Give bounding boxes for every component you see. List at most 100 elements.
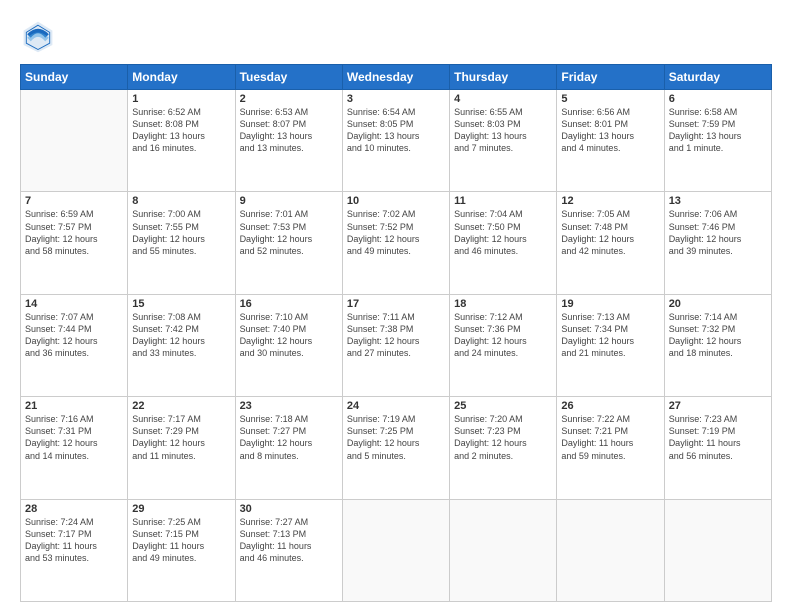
day-number: 27: [669, 400, 767, 412]
col-sunday: Sunday: [21, 65, 128, 90]
table-row: 19Sunrise: 7:13 AM Sunset: 7:34 PM Dayli…: [557, 294, 664, 396]
day-info: Sunrise: 6:59 AM Sunset: 7:57 PM Dayligh…: [25, 208, 123, 257]
logo-icon: [20, 18, 56, 54]
table-row: 25Sunrise: 7:20 AM Sunset: 7:23 PM Dayli…: [450, 397, 557, 499]
table-row: 9Sunrise: 7:01 AM Sunset: 7:53 PM Daylig…: [235, 192, 342, 294]
day-info: Sunrise: 6:52 AM Sunset: 8:08 PM Dayligh…: [132, 106, 230, 155]
table-row: [342, 499, 449, 601]
day-info: Sunrise: 7:14 AM Sunset: 7:32 PM Dayligh…: [669, 311, 767, 360]
day-number: 20: [669, 298, 767, 310]
col-monday: Monday: [128, 65, 235, 90]
table-row: 12Sunrise: 7:05 AM Sunset: 7:48 PM Dayli…: [557, 192, 664, 294]
table-row: 11Sunrise: 7:04 AM Sunset: 7:50 PM Dayli…: [450, 192, 557, 294]
day-number: 19: [561, 298, 659, 310]
table-row: 15Sunrise: 7:08 AM Sunset: 7:42 PM Dayli…: [128, 294, 235, 396]
table-row: 22Sunrise: 7:17 AM Sunset: 7:29 PM Dayli…: [128, 397, 235, 499]
page: Sunday Monday Tuesday Wednesday Thursday…: [0, 0, 792, 612]
day-number: 12: [561, 195, 659, 207]
table-row: 27Sunrise: 7:23 AM Sunset: 7:19 PM Dayli…: [664, 397, 771, 499]
table-row: 24Sunrise: 7:19 AM Sunset: 7:25 PM Dayli…: [342, 397, 449, 499]
table-row: 30Sunrise: 7:27 AM Sunset: 7:13 PM Dayli…: [235, 499, 342, 601]
day-info: Sunrise: 7:17 AM Sunset: 7:29 PM Dayligh…: [132, 413, 230, 462]
day-number: 2: [240, 93, 338, 105]
day-info: Sunrise: 7:18 AM Sunset: 7:27 PM Dayligh…: [240, 413, 338, 462]
calendar-table: Sunday Monday Tuesday Wednesday Thursday…: [20, 64, 772, 602]
day-number: 28: [25, 503, 123, 515]
calendar-week-row: 14Sunrise: 7:07 AM Sunset: 7:44 PM Dayli…: [21, 294, 772, 396]
logo: [20, 18, 62, 54]
col-thursday: Thursday: [450, 65, 557, 90]
day-number: 14: [25, 298, 123, 310]
day-number: 23: [240, 400, 338, 412]
day-info: Sunrise: 7:01 AM Sunset: 7:53 PM Dayligh…: [240, 208, 338, 257]
col-wednesday: Wednesday: [342, 65, 449, 90]
table-row: 20Sunrise: 7:14 AM Sunset: 7:32 PM Dayli…: [664, 294, 771, 396]
table-row: 23Sunrise: 7:18 AM Sunset: 7:27 PM Dayli…: [235, 397, 342, 499]
day-number: 1: [132, 93, 230, 105]
calendar-week-row: 21Sunrise: 7:16 AM Sunset: 7:31 PM Dayli…: [21, 397, 772, 499]
table-row: 21Sunrise: 7:16 AM Sunset: 7:31 PM Dayli…: [21, 397, 128, 499]
day-info: Sunrise: 6:58 AM Sunset: 7:59 PM Dayligh…: [669, 106, 767, 155]
day-number: 21: [25, 400, 123, 412]
day-info: Sunrise: 7:25 AM Sunset: 7:15 PM Dayligh…: [132, 516, 230, 565]
day-number: 11: [454, 195, 552, 207]
day-number: 24: [347, 400, 445, 412]
col-saturday: Saturday: [664, 65, 771, 90]
table-row: 28Sunrise: 7:24 AM Sunset: 7:17 PM Dayli…: [21, 499, 128, 601]
table-row: [21, 90, 128, 192]
day-info: Sunrise: 6:53 AM Sunset: 8:07 PM Dayligh…: [240, 106, 338, 155]
table-row: 17Sunrise: 7:11 AM Sunset: 7:38 PM Dayli…: [342, 294, 449, 396]
table-row: 1Sunrise: 6:52 AM Sunset: 8:08 PM Daylig…: [128, 90, 235, 192]
day-info: Sunrise: 7:19 AM Sunset: 7:25 PM Dayligh…: [347, 413, 445, 462]
calendar-week-row: 7Sunrise: 6:59 AM Sunset: 7:57 PM Daylig…: [21, 192, 772, 294]
day-info: Sunrise: 7:23 AM Sunset: 7:19 PM Dayligh…: [669, 413, 767, 462]
day-info: Sunrise: 7:27 AM Sunset: 7:13 PM Dayligh…: [240, 516, 338, 565]
day-number: 16: [240, 298, 338, 310]
day-info: Sunrise: 7:07 AM Sunset: 7:44 PM Dayligh…: [25, 311, 123, 360]
day-info: Sunrise: 7:02 AM Sunset: 7:52 PM Dayligh…: [347, 208, 445, 257]
table-row: 7Sunrise: 6:59 AM Sunset: 7:57 PM Daylig…: [21, 192, 128, 294]
calendar-header-row: Sunday Monday Tuesday Wednesday Thursday…: [21, 65, 772, 90]
table-row: 5Sunrise: 6:56 AM Sunset: 8:01 PM Daylig…: [557, 90, 664, 192]
day-info: Sunrise: 7:22 AM Sunset: 7:21 PM Dayligh…: [561, 413, 659, 462]
table-row: 14Sunrise: 7:07 AM Sunset: 7:44 PM Dayli…: [21, 294, 128, 396]
day-info: Sunrise: 7:00 AM Sunset: 7:55 PM Dayligh…: [132, 208, 230, 257]
day-info: Sunrise: 7:13 AM Sunset: 7:34 PM Dayligh…: [561, 311, 659, 360]
day-info: Sunrise: 7:08 AM Sunset: 7:42 PM Dayligh…: [132, 311, 230, 360]
col-friday: Friday: [557, 65, 664, 90]
header: [20, 18, 772, 54]
day-number: 5: [561, 93, 659, 105]
day-info: Sunrise: 7:10 AM Sunset: 7:40 PM Dayligh…: [240, 311, 338, 360]
day-number: 3: [347, 93, 445, 105]
day-number: 10: [347, 195, 445, 207]
day-number: 9: [240, 195, 338, 207]
day-number: 4: [454, 93, 552, 105]
day-number: 30: [240, 503, 338, 515]
day-info: Sunrise: 7:04 AM Sunset: 7:50 PM Dayligh…: [454, 208, 552, 257]
day-number: 22: [132, 400, 230, 412]
day-info: Sunrise: 7:06 AM Sunset: 7:46 PM Dayligh…: [669, 208, 767, 257]
table-row: [664, 499, 771, 601]
day-info: Sunrise: 7:20 AM Sunset: 7:23 PM Dayligh…: [454, 413, 552, 462]
day-number: 25: [454, 400, 552, 412]
day-info: Sunrise: 7:12 AM Sunset: 7:36 PM Dayligh…: [454, 311, 552, 360]
table-row: 4Sunrise: 6:55 AM Sunset: 8:03 PM Daylig…: [450, 90, 557, 192]
day-number: 17: [347, 298, 445, 310]
table-row: 29Sunrise: 7:25 AM Sunset: 7:15 PM Dayli…: [128, 499, 235, 601]
day-info: Sunrise: 6:56 AM Sunset: 8:01 PM Dayligh…: [561, 106, 659, 155]
col-tuesday: Tuesday: [235, 65, 342, 90]
table-row: 16Sunrise: 7:10 AM Sunset: 7:40 PM Dayli…: [235, 294, 342, 396]
day-info: Sunrise: 6:55 AM Sunset: 8:03 PM Dayligh…: [454, 106, 552, 155]
table-row: 18Sunrise: 7:12 AM Sunset: 7:36 PM Dayli…: [450, 294, 557, 396]
day-number: 18: [454, 298, 552, 310]
day-info: Sunrise: 7:11 AM Sunset: 7:38 PM Dayligh…: [347, 311, 445, 360]
day-info: Sunrise: 7:16 AM Sunset: 7:31 PM Dayligh…: [25, 413, 123, 462]
table-row: 3Sunrise: 6:54 AM Sunset: 8:05 PM Daylig…: [342, 90, 449, 192]
day-info: Sunrise: 7:05 AM Sunset: 7:48 PM Dayligh…: [561, 208, 659, 257]
calendar-week-row: 1Sunrise: 6:52 AM Sunset: 8:08 PM Daylig…: [21, 90, 772, 192]
day-number: 6: [669, 93, 767, 105]
day-number: 26: [561, 400, 659, 412]
table-row: 2Sunrise: 6:53 AM Sunset: 8:07 PM Daylig…: [235, 90, 342, 192]
table-row: 13Sunrise: 7:06 AM Sunset: 7:46 PM Dayli…: [664, 192, 771, 294]
day-number: 29: [132, 503, 230, 515]
